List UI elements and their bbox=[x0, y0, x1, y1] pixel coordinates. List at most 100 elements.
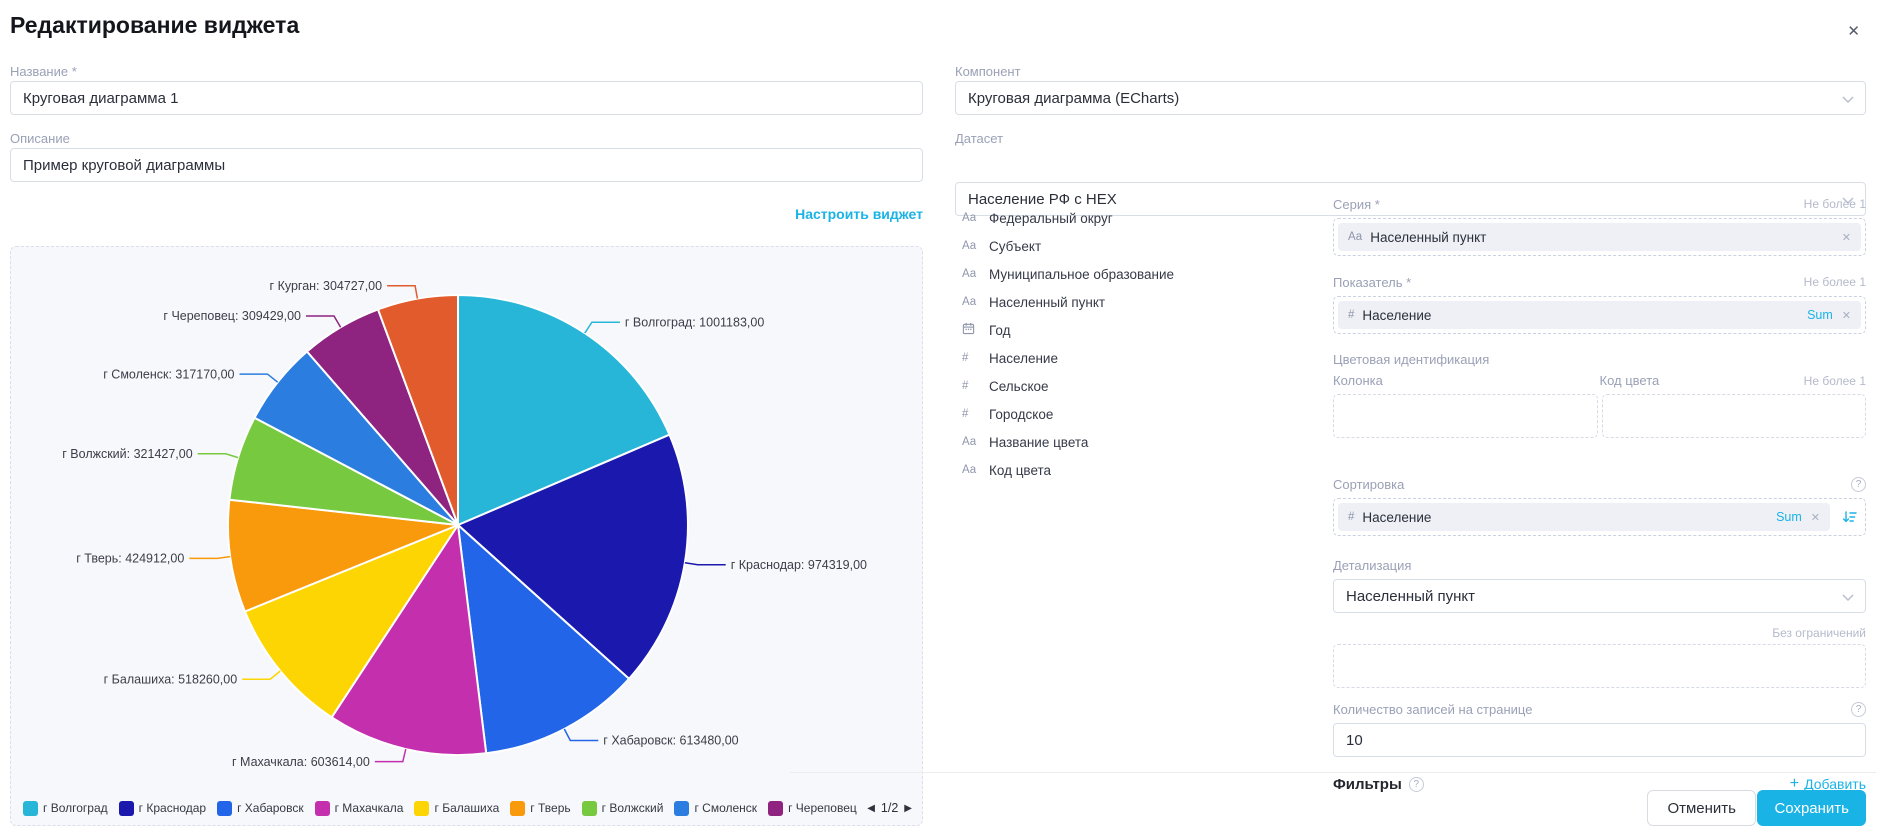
dataset-field[interactable]: АаФедеральный округ bbox=[962, 204, 1302, 232]
legend-item[interactable]: г Череповец bbox=[768, 801, 857, 816]
dataset-field[interactable]: АаКод цвета bbox=[962, 456, 1302, 484]
legend-item[interactable]: г Махачкала bbox=[315, 801, 404, 816]
number-field-icon: # bbox=[962, 352, 982, 364]
pie-label-line bbox=[387, 286, 417, 299]
field-label: Год bbox=[989, 323, 1011, 338]
dataset-field[interactable]: АаСубъект bbox=[962, 232, 1302, 260]
drilldown-select[interactable]: Населенный пункт bbox=[1333, 579, 1866, 613]
description-input[interactable] bbox=[10, 148, 923, 182]
description-label: Описание bbox=[10, 131, 70, 146]
dataset-field[interactable]: #Сельское bbox=[962, 372, 1302, 400]
string-field-icon: Аа bbox=[962, 240, 982, 252]
remove-icon[interactable]: ✕ bbox=[1811, 511, 1820, 524]
legend-item[interactable]: г Смоленск bbox=[674, 801, 757, 816]
close-icon[interactable]: ✕ bbox=[1847, 24, 1860, 39]
component-select[interactable]: Круговая диаграмма (ECharts) bbox=[955, 81, 1866, 115]
legend-prev-icon[interactable]: ◀ bbox=[867, 803, 875, 814]
cancel-button[interactable]: Отменить bbox=[1647, 790, 1756, 826]
string-field-icon: Аа bbox=[962, 268, 982, 280]
chevron-down-icon bbox=[1842, 594, 1854, 601]
limit-dropzone[interactable] bbox=[1333, 644, 1866, 688]
aggregation-badge[interactable]: Sum bbox=[1776, 510, 1802, 524]
legend-label: г Балашиха bbox=[434, 801, 499, 815]
pie-slice-label: г Махачкала: 603614,00 bbox=[232, 755, 370, 769]
dataset-field[interactable]: Аа Муниципальное образование bbox=[962, 260, 1302, 288]
save-button[interactable]: Сохранить bbox=[1757, 790, 1866, 826]
field-type-icon: Аа bbox=[1348, 231, 1362, 243]
series-label: Серия * bbox=[1333, 197, 1380, 212]
series-chip[interactable]: Аа Населенный пункт ✕ bbox=[1338, 223, 1861, 251]
name-input[interactable] bbox=[10, 81, 923, 115]
legend-label: г Волжский bbox=[602, 801, 664, 815]
sort-order-icon[interactable] bbox=[1842, 510, 1857, 524]
pie-label-line bbox=[585, 322, 620, 333]
string-field-icon: Аа bbox=[962, 212, 982, 224]
measure-label: Показатель * bbox=[1333, 275, 1411, 290]
sorting-chip[interactable]: # Население Sum ✕ bbox=[1338, 503, 1830, 531]
legend-item[interactable]: г Хабаровск bbox=[217, 801, 304, 816]
dataset-field[interactable]: АаНазвание цвета bbox=[962, 428, 1302, 456]
field-label: Название цвета bbox=[989, 435, 1088, 450]
pie-slice-label: г Балашиха: 518260,00 bbox=[104, 672, 238, 686]
field-label: Население bbox=[989, 351, 1058, 366]
pie-label-line bbox=[306, 316, 341, 327]
color-id-limit: Не более 1 bbox=[1804, 374, 1866, 388]
field-label: Городское bbox=[989, 407, 1053, 422]
dataset-field[interactable]: # Население bbox=[962, 344, 1302, 372]
dataset-label: Датасет bbox=[955, 131, 1003, 146]
help-icon[interactable]: ? bbox=[1851, 477, 1866, 492]
dataset-field[interactable]: Год bbox=[962, 316, 1302, 344]
drilldown-value: Населенный пункт bbox=[1346, 588, 1475, 605]
legend-item[interactable]: г Балашиха bbox=[414, 801, 499, 816]
help-icon[interactable]: ? bbox=[1851, 702, 1866, 717]
aggregation-badge[interactable]: Sum bbox=[1807, 308, 1833, 322]
field-label: Муниципальное образование bbox=[989, 267, 1174, 282]
pie-slice-label: г Курган: 304727,00 bbox=[270, 279, 383, 293]
measure-chip-label: Население bbox=[1362, 308, 1431, 323]
legend-label: г Тверь bbox=[530, 801, 570, 815]
dataset-field[interactable]: # Городское bbox=[962, 400, 1302, 428]
legend-swatch bbox=[768, 801, 783, 816]
sorting-label: Сортировка bbox=[1333, 477, 1404, 492]
measure-limit: Не более 1 bbox=[1804, 275, 1866, 289]
component-value: Круговая диаграмма (ECharts) bbox=[968, 90, 1179, 107]
component-label: Компонент bbox=[955, 64, 1021, 79]
legend-swatch bbox=[23, 801, 38, 816]
string-field-icon: Аа bbox=[962, 296, 982, 308]
legend-next-icon[interactable]: ▶ bbox=[904, 803, 912, 814]
remove-icon[interactable]: ✕ bbox=[1842, 231, 1851, 244]
configure-widget-link[interactable]: Настроить виджет bbox=[10, 206, 923, 222]
measure-chip[interactable]: # Население Sum ✕ bbox=[1338, 301, 1861, 329]
legend-swatch bbox=[582, 801, 597, 816]
series-chip-label: Населенный пункт bbox=[1370, 230, 1486, 245]
legend-label: г Хабаровск bbox=[237, 801, 304, 815]
color-code-dropzone[interactable] bbox=[1602, 394, 1867, 438]
page-title: Редактирование виджета bbox=[10, 12, 299, 39]
legend-item[interactable]: г Волжский bbox=[582, 801, 664, 816]
number-field-icon: # bbox=[962, 408, 982, 420]
legend-label: г Краснодар bbox=[139, 801, 206, 815]
legend-item[interactable]: г Краснодар bbox=[119, 801, 206, 816]
help-icon[interactable]: ? bbox=[1409, 777, 1424, 792]
series-dropzone[interactable]: Аа Населенный пункт ✕ bbox=[1333, 218, 1866, 256]
pie-label-line bbox=[685, 563, 726, 565]
legend-page-indicator: 1/2 bbox=[881, 801, 898, 815]
pie-slice-label: г Волгоград: 1001183,00 bbox=[625, 315, 764, 329]
dataset-field[interactable]: АаНаселенный пункт bbox=[962, 288, 1302, 316]
field-label: Код цвета bbox=[989, 463, 1051, 478]
measure-dropzone[interactable]: # Население Sum ✕ bbox=[1333, 296, 1866, 334]
pie-slice-label: г Краснодар: 974319,00 bbox=[731, 558, 867, 572]
name-label: Название * bbox=[10, 64, 77, 79]
calendar-icon bbox=[962, 322, 982, 338]
color-id-label: Цветовая идентификация bbox=[1333, 352, 1866, 367]
pie-label-line bbox=[198, 454, 238, 458]
pie-slice-label: г Хабаровск: 613480,00 bbox=[603, 734, 738, 748]
pie-slice-label: г Волжский: 321427,00 bbox=[62, 447, 192, 461]
sorting-dropzone[interactable]: # Население Sum ✕ bbox=[1333, 498, 1866, 536]
page-size-input[interactable] bbox=[1333, 723, 1866, 757]
color-column-dropzone[interactable] bbox=[1333, 394, 1598, 438]
pie-chart-panel: г Волгоград: 1001183,00 г Краснодар: 9743… bbox=[10, 246, 923, 826]
legend-item[interactable]: г Тверь bbox=[510, 801, 570, 816]
remove-icon[interactable]: ✕ bbox=[1842, 309, 1851, 322]
legend-item[interactable]: г Волгоград bbox=[23, 801, 108, 816]
